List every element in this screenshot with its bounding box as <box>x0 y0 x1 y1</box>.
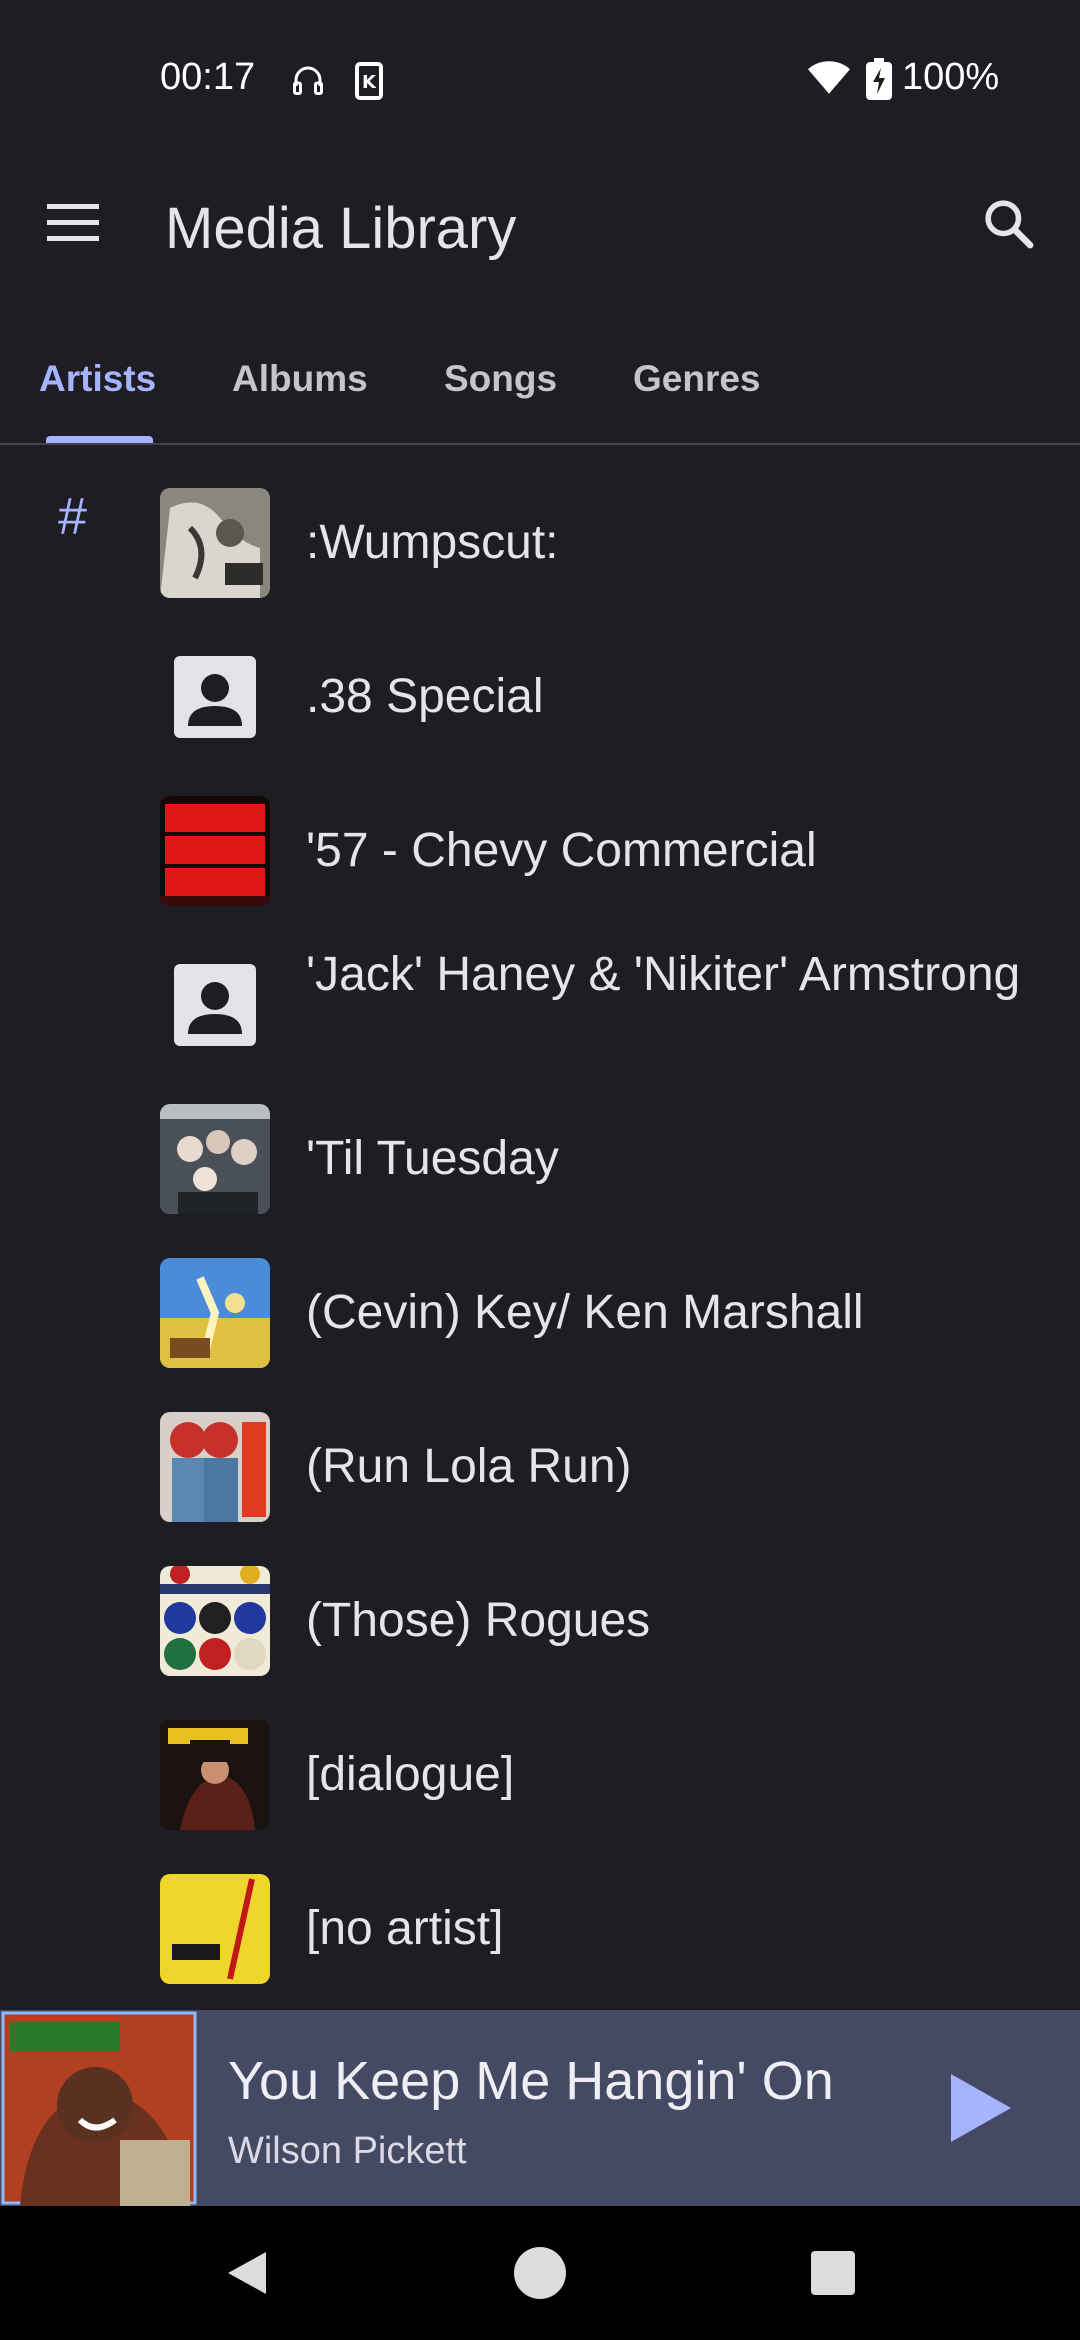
status-bar: 00:17 K 100% <box>0 0 1080 165</box>
album-art <box>160 1874 270 1984</box>
play-icon[interactable] <box>945 2070 1015 2146</box>
now-playing-artist: Wilson Pickett <box>228 2130 467 2172</box>
artist-name: (Run Lola Run) <box>306 1440 632 1493</box>
artist-name: [dialogue] <box>306 1748 515 1801</box>
svg-text:K: K <box>362 72 377 93</box>
album-art <box>160 488 270 598</box>
list-item[interactable]: [dialogue] <box>0 1675 1080 1830</box>
k-app-icon: K <box>355 62 383 105</box>
artist-name: '57 - Chevy Commercial <box>306 824 817 877</box>
list-item[interactable]: (Cevin) Key/ Ken Marshall <box>0 1213 1080 1368</box>
search-icon[interactable] <box>980 195 1044 259</box>
list-item[interactable]: 'Jack' Haney & 'Nikiter' Armstrong <box>0 905 1080 1059</box>
page-title: Media Library <box>165 196 517 261</box>
person-placeholder-icon <box>160 950 270 1060</box>
battery-charging-icon <box>866 58 892 105</box>
status-time: 00:17 <box>160 56 256 98</box>
artist-name: (Cevin) Key/ Ken Marshall <box>306 1286 864 1339</box>
tab-artists[interactable]: Artists <box>39 358 156 400</box>
battery-percentage: 100% <box>902 56 1000 98</box>
wifi-icon <box>808 60 850 101</box>
tab-genres[interactable]: Genres <box>633 358 761 400</box>
app-bar: Media Library <box>0 165 1080 290</box>
system-navigation-bar <box>0 2206 1080 2340</box>
person-placeholder-icon <box>160 642 270 752</box>
tab-songs[interactable]: Songs <box>444 358 557 400</box>
album-art <box>160 1258 270 1368</box>
album-art <box>160 1566 270 1676</box>
list-item[interactable]: # :Wumpscut: <box>0 443 1080 598</box>
list-item[interactable]: (Run Lola Run) <box>0 1367 1080 1522</box>
artist-name: 'Jack' Haney & 'Nikiter' Armstrong <box>306 948 1021 1001</box>
headphones-icon <box>290 62 326 103</box>
now-playing-bar[interactable]: You Keep Me Hangin' On Wilson Pickett <box>0 2010 1080 2206</box>
album-art <box>160 1720 270 1830</box>
tab-albums[interactable]: Albums <box>232 358 368 400</box>
recents-icon[interactable] <box>810 2250 856 2301</box>
home-icon[interactable] <box>513 2246 567 2305</box>
tab-bar: Artists Albums Songs Genres <box>0 340 1080 445</box>
artist-name: 'Til Tuesday <box>306 1132 559 1185</box>
section-letter: # <box>58 488 87 546</box>
artist-name: [no artist] <box>306 1902 504 1955</box>
album-art <box>160 1104 270 1214</box>
list-item[interactable]: (Those) Rogues <box>0 1521 1080 1676</box>
list-item[interactable]: '57 - Chevy Commercial <box>0 751 1080 906</box>
now-playing-title: You Keep Me Hangin' On <box>228 2051 834 2111</box>
list-item[interactable]: 'Til Tuesday <box>0 1059 1080 1214</box>
hamburger-menu-icon[interactable] <box>45 200 109 254</box>
list-item[interactable]: [no artist] <box>0 1829 1080 1984</box>
album-art <box>160 1412 270 1522</box>
back-icon[interactable] <box>222 2248 270 2303</box>
artist-name: .38 Special <box>306 670 544 723</box>
artist-name: :Wumpscut: <box>306 516 559 569</box>
album-art <box>160 796 270 906</box>
now-playing-album-art[interactable] <box>0 2010 198 2206</box>
list-item[interactable]: .38 Special <box>0 597 1080 751</box>
artist-name: (Those) Rogues <box>306 1594 651 1647</box>
active-tab-indicator <box>46 436 153 443</box>
